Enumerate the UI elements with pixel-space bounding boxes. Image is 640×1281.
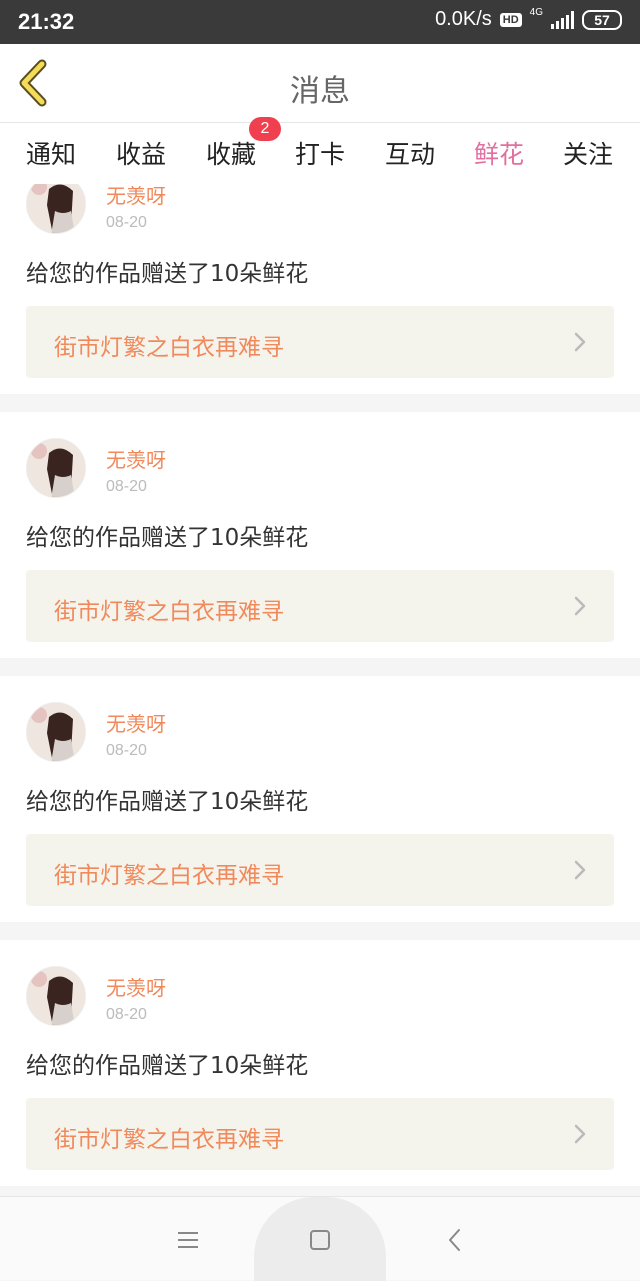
work-title: 街市灯繁之白衣再难寻 xyxy=(54,1127,284,1153)
username[interactable]: 无羡呀 xyxy=(106,708,166,737)
home-square-icon[interactable] xyxy=(305,1225,335,1255)
tab-earnings[interactable]: 收益 xyxy=(106,135,176,171)
menu-icon[interactable] xyxy=(173,1225,203,1255)
tab-favorites[interactable]: 收藏 xyxy=(196,135,266,171)
username[interactable]: 无羡呀 xyxy=(106,184,166,209)
signal-icon xyxy=(551,10,574,29)
message-date: 08-20 xyxy=(106,478,147,495)
avatar[interactable] xyxy=(26,966,86,1026)
work-link[interactable]: 街市灯繁之白衣再难寻 xyxy=(26,570,614,642)
message-date: 08-20 xyxy=(106,742,147,759)
tab-interaction[interactable]: 互动 xyxy=(375,135,445,171)
system-nav-bar xyxy=(0,1196,640,1281)
battery-icon: 57 xyxy=(582,9,622,30)
message-card: 无羡呀 08-20 给您的作品赠送了10朵鲜花 街市灯繁之白衣再难寻 xyxy=(0,184,640,394)
network-speed: 0.0K/s xyxy=(435,8,492,30)
chevron-right-icon xyxy=(574,332,586,352)
message-card: 无羡呀 08-20 给您的作品赠送了10朵鲜花 街市灯繁之白衣再难寻 xyxy=(0,676,640,922)
status-right: 0.0K/s HD 4G 57 xyxy=(435,7,622,31)
avatar[interactable] xyxy=(26,702,86,762)
page-title: 消息 xyxy=(290,74,350,109)
work-link[interactable]: 街市灯繁之白衣再难寻 xyxy=(26,834,614,906)
tab-checkin[interactable]: 打卡 xyxy=(285,135,355,171)
back-triangle-icon[interactable] xyxy=(440,1225,470,1255)
message-text: 给您的作品赠送了10朵鲜花 xyxy=(26,525,309,551)
message-text: 给您的作品赠送了10朵鲜花 xyxy=(26,261,309,287)
chevron-right-icon xyxy=(574,596,586,616)
work-link[interactable]: 街市灯繁之白衣再难寻 xyxy=(26,1098,614,1170)
username[interactable]: 无羡呀 xyxy=(106,972,166,1001)
message-feed[interactable]: 无羡呀 08-20 给您的作品赠送了10朵鲜花 街市灯繁之白衣再难寻 无羡呀 0… xyxy=(0,184,640,1196)
message-card: 无羡呀 08-20 给您的作品赠送了10朵鲜花 街市灯繁之白衣再难寻 xyxy=(0,940,640,1186)
avatar[interactable] xyxy=(26,184,86,234)
work-title: 街市灯繁之白衣再难寻 xyxy=(54,863,284,889)
message-date: 08-20 xyxy=(106,214,147,231)
message-text: 给您的作品赠送了10朵鲜花 xyxy=(26,1053,309,1079)
chevron-right-icon xyxy=(574,860,586,880)
tab-flowers[interactable]: 鲜花 xyxy=(464,135,534,189)
work-title: 街市灯繁之白衣再难寻 xyxy=(54,599,284,625)
net-type-label: 4G xyxy=(529,7,543,18)
tab-notifications[interactable]: 通知 xyxy=(16,135,86,171)
header: 消息 xyxy=(0,44,640,122)
message-date: 08-20 xyxy=(106,1006,147,1023)
work-title: 街市灯繁之白衣再难寻 xyxy=(54,335,284,361)
status-time: 21:32 xyxy=(18,9,75,34)
work-link[interactable]: 街市灯繁之白衣再难寻 xyxy=(26,306,614,378)
message-text: 给您的作品赠送了10朵鲜花 xyxy=(26,789,309,815)
hd-badge: HD xyxy=(499,12,522,27)
avatar[interactable] xyxy=(26,438,86,498)
tab-bar: 通知 收益 收藏 2 打卡 互动 鲜花 关注 xyxy=(0,117,640,189)
username[interactable]: 无羡呀 xyxy=(106,444,166,473)
chevron-right-icon xyxy=(574,1124,586,1144)
tab-flowers-label: 鲜花 xyxy=(473,140,524,169)
tab-following[interactable]: 关注 xyxy=(553,135,623,171)
message-card: 无羡呀 08-20 给您的作品赠送了10朵鲜花 街市灯繁之白衣再难寻 xyxy=(0,412,640,658)
favorites-badge: 2 xyxy=(249,117,281,141)
status-bar: 21:32 0.0K/s HD 4G 57 xyxy=(0,0,640,44)
